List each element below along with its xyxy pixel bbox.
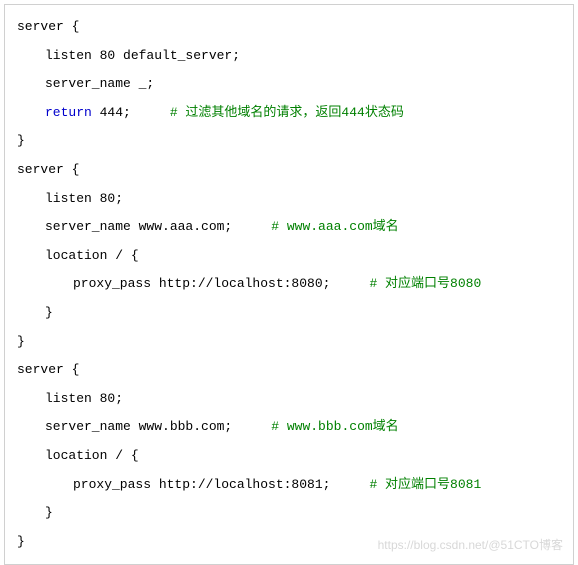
- code-line: listen 80;: [17, 185, 561, 214]
- code-line: return 444; # 过滤其他域名的请求，返回444状态码: [17, 99, 561, 128]
- keyword: return: [45, 105, 92, 120]
- code-line: }: [17, 528, 561, 557]
- code-line: server {: [17, 356, 561, 385]
- code-line: server {: [17, 156, 561, 185]
- code-line: server {: [17, 13, 561, 42]
- code-line: server_name www.bbb.com; # www.bbb.com域名: [17, 413, 561, 442]
- comment: # 对应端口号8080: [369, 276, 481, 291]
- code-line: }: [17, 499, 561, 528]
- comment: # 过滤其他域名的请求，返回444状态码: [170, 105, 404, 120]
- comment: # www.bbb.com域名: [271, 419, 398, 434]
- code-line: listen 80;: [17, 385, 561, 414]
- code-line: proxy_pass http://localhost:8081; # 对应端口…: [17, 471, 561, 500]
- code-line: }: [17, 127, 561, 156]
- code-line: }: [17, 299, 561, 328]
- code-line: listen 80 default_server;: [17, 42, 561, 71]
- code-line: location / {: [17, 242, 561, 271]
- code-line: server_name www.aaa.com; # www.aaa.com域名: [17, 213, 561, 242]
- code-line: server_name _;: [17, 70, 561, 99]
- code-line: }: [17, 328, 561, 357]
- code-line: location / {: [17, 442, 561, 471]
- code-line: proxy_pass http://localhost:8080; # 对应端口…: [17, 270, 561, 299]
- comment: # 对应端口号8081: [369, 477, 481, 492]
- comment: # www.aaa.com域名: [271, 219, 398, 234]
- code-block: server { listen 80 default_server; serve…: [4, 4, 574, 565]
